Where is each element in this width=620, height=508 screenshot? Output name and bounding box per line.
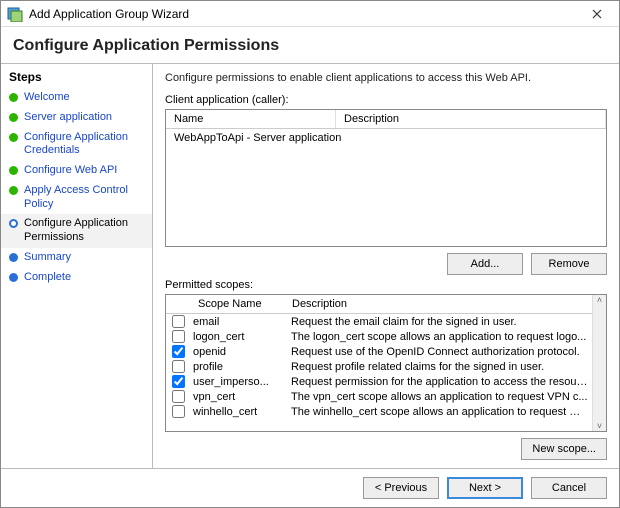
scope-row[interactable]: email Request the email claim for the sig… (166, 314, 592, 329)
step-bullet-icon (9, 253, 18, 262)
step-item[interactable]: Apply Access Control Policy (1, 181, 152, 215)
step-bullet-icon (9, 133, 18, 142)
new-scope-button[interactable]: New scope... (521, 438, 607, 460)
scope-name: email (191, 316, 281, 328)
page-heading: Configure Application Permissions (1, 27, 619, 63)
scopes-label: Permitted scopes: (165, 279, 607, 291)
previous-button[interactable]: < Previous (363, 477, 439, 499)
scope-name: profile (191, 361, 281, 373)
scope-description: The vpn_cert scope allows an application… (285, 391, 588, 403)
scope-description: Request the email claim for the signed i… (285, 316, 588, 328)
step-bullet-icon (9, 166, 18, 175)
titlebar: Add Application Group Wizard (1, 1, 619, 27)
scope-name: winhello_cert (191, 406, 281, 418)
scope-checkbox[interactable] (172, 360, 185, 373)
intro-text: Configure permissions to enable client a… (165, 72, 607, 84)
scopes-header: Scope Name Description (166, 295, 606, 314)
step-label: Configure Web API (24, 164, 117, 178)
content-panel: Configure permissions to enable client a… (153, 64, 619, 468)
steps-sidebar: Steps Welcome Server application Configure… (1, 64, 153, 468)
scope-description: Request permission for the application t… (285, 376, 588, 388)
scopes-header-description[interactable]: Description (286, 298, 602, 310)
window-title: Add Application Group Wizard (29, 7, 581, 21)
step-label: Complete (24, 271, 71, 285)
client-row-description (344, 132, 598, 144)
step-bullet-icon (9, 273, 18, 282)
scopes-header-name[interactable]: Scope Name (192, 298, 282, 310)
scope-row[interactable]: openid Request use of the OpenID Connect … (166, 344, 592, 359)
scope-name: user_imperso... (191, 376, 281, 388)
scope-name: logon_cert (191, 331, 281, 343)
scope-description: Request profile related claims for the s… (285, 361, 588, 373)
close-button[interactable] (581, 4, 613, 24)
step-item[interactable]: Configure Application Permissions (1, 214, 152, 248)
scope-checkbox[interactable] (172, 390, 185, 403)
step-label: Server application (24, 111, 112, 125)
step-item[interactable]: Server application (1, 108, 152, 128)
step-label: Apply Access Control Policy (24, 184, 144, 212)
remove-button[interactable]: Remove (531, 253, 607, 275)
client-header-name[interactable]: Name (166, 110, 336, 128)
step-bullet-icon (9, 113, 18, 122)
step-label: Configure Application Permissions (24, 217, 144, 245)
steps-title: Steps (1, 68, 152, 88)
step-bullet-icon (9, 186, 18, 195)
scope-checkbox[interactable] (172, 375, 185, 388)
scope-description: Request use of the OpenID Connect author… (285, 346, 588, 358)
step-item[interactable]: Welcome (1, 88, 152, 108)
scope-row[interactable]: profile Request profile related claims fo… (166, 359, 592, 374)
client-header-description[interactable]: Description (336, 110, 606, 128)
add-button[interactable]: Add... (447, 253, 523, 275)
step-item[interactable]: Summary (1, 248, 152, 268)
scopes-scrollbar[interactable]: ˄ ˅ (592, 295, 606, 431)
client-row-name: WebAppToApi - Server application (174, 132, 344, 144)
scroll-down-icon[interactable]: ˅ (597, 421, 602, 431)
scope-checkbox[interactable] (172, 405, 185, 418)
step-bullet-icon (9, 219, 18, 228)
scope-checkbox[interactable] (172, 315, 185, 328)
main-area: Steps Welcome Server application Configure… (1, 63, 619, 468)
scope-row[interactable]: logon_cert The logon_cert scope allows an… (166, 329, 592, 344)
scope-description: The logon_cert scope allows an applicati… (285, 331, 588, 343)
step-bullet-icon (9, 93, 18, 102)
step-label: Summary (24, 251, 71, 265)
scope-description: The winhello_cert scope allows an applic… (285, 406, 588, 418)
step-label: Welcome (24, 91, 70, 105)
cancel-button[interactable]: Cancel (531, 477, 607, 499)
scope-row[interactable]: user_imperso... Request permission for th… (166, 374, 592, 389)
app-icon (7, 6, 23, 22)
client-app-label: Client application (caller): (165, 94, 607, 106)
client-app-row[interactable]: WebAppToApi - Server application (166, 129, 606, 147)
scope-checkbox[interactable] (172, 330, 185, 343)
next-button[interactable]: Next > (447, 477, 523, 499)
scope-checkbox[interactable] (172, 345, 185, 358)
step-item[interactable]: Configure Web API (1, 161, 152, 181)
client-app-list[interactable]: Name Description WebAppToApi - Server ap… (165, 109, 607, 247)
step-item[interactable]: Complete (1, 268, 152, 288)
scopes-list[interactable]: Scope Name Description email Request the … (165, 294, 607, 432)
step-label: Configure Application Credentials (24, 131, 144, 159)
scroll-up-icon[interactable]: ˄ (597, 295, 602, 305)
step-item[interactable]: Configure Application Credentials (1, 128, 152, 162)
wizard-window: Add Application Group Wizard Configure A… (0, 0, 620, 508)
client-list-header: Name Description (166, 110, 606, 129)
wizard-footer: < Previous Next > Cancel (1, 468, 619, 507)
scope-name: openid (191, 346, 281, 358)
scope-row[interactable]: vpn_cert The vpn_cert scope allows an app… (166, 389, 592, 404)
scope-row[interactable]: winhello_cert The winhello_cert scope all… (166, 404, 592, 419)
scope-name: vpn_cert (191, 391, 281, 403)
